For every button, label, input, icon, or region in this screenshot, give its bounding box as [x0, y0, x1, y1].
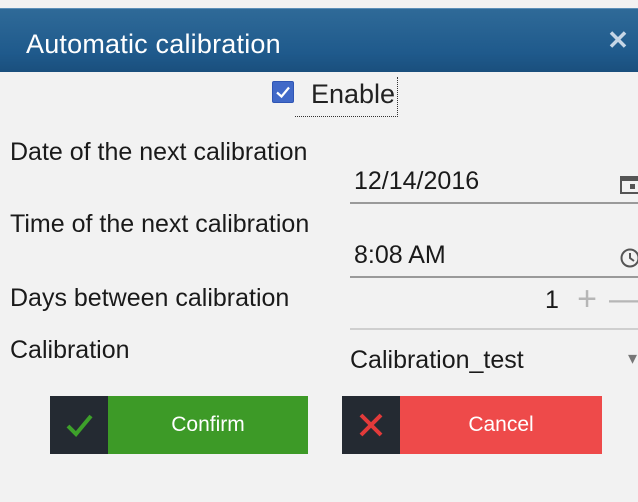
calibration-selected-value[interactable]: Calibration_test [350, 346, 524, 375]
cancel-icon-box [342, 396, 400, 454]
plus-icon[interactable]: + [572, 282, 602, 316]
confirm-button[interactable]: Confirm [50, 396, 308, 454]
minus-icon[interactable]: — [606, 282, 638, 316]
next-date-value[interactable]: 12/14/2016 [354, 167, 479, 196]
next-date-field[interactable]: 12/14/2016 [350, 158, 638, 204]
next-time-value[interactable]: 8:08 AM [354, 241, 446, 270]
cancel-button[interactable]: Cancel [342, 396, 602, 454]
checkmark-icon [66, 414, 93, 437]
enable-checkbox[interactable] [272, 81, 294, 103]
enable-label[interactable]: Enable [295, 77, 399, 117]
confirm-icon-box [50, 396, 108, 454]
next-time-label: Time of the next calibration [10, 210, 310, 238]
dialog-title: Automatic calibration [26, 29, 281, 59]
cancel-label: Cancel [468, 413, 534, 436]
stepper-divider [350, 328, 638, 330]
close-icon[interactable]: ✕ [603, 25, 633, 55]
days-between-stepper[interactable]: 1 + — [350, 282, 638, 320]
chevron-down-icon[interactable]: ▾ [628, 348, 637, 369]
checkmark-icon [276, 86, 290, 99]
calibration-label: Calibration [10, 336, 130, 364]
days-between-value[interactable]: 1 [545, 286, 559, 315]
next-date-label: Date of the next calibration [10, 138, 308, 166]
days-between-label: Days between calibration [10, 284, 290, 312]
calibration-select[interactable]: Calibration_test ▾ [350, 340, 638, 380]
next-time-field[interactable]: 8:08 AM [350, 232, 638, 278]
confirm-label: Confirm [171, 413, 245, 436]
clock-icon[interactable] [620, 248, 638, 268]
automatic-calibration-dialog: Automatic calibration ✕ Enable Date of t… [0, 0, 638, 502]
x-icon [359, 413, 383, 437]
title-bar: Automatic calibration ✕ [0, 8, 638, 72]
calendar-icon[interactable] [620, 174, 638, 194]
